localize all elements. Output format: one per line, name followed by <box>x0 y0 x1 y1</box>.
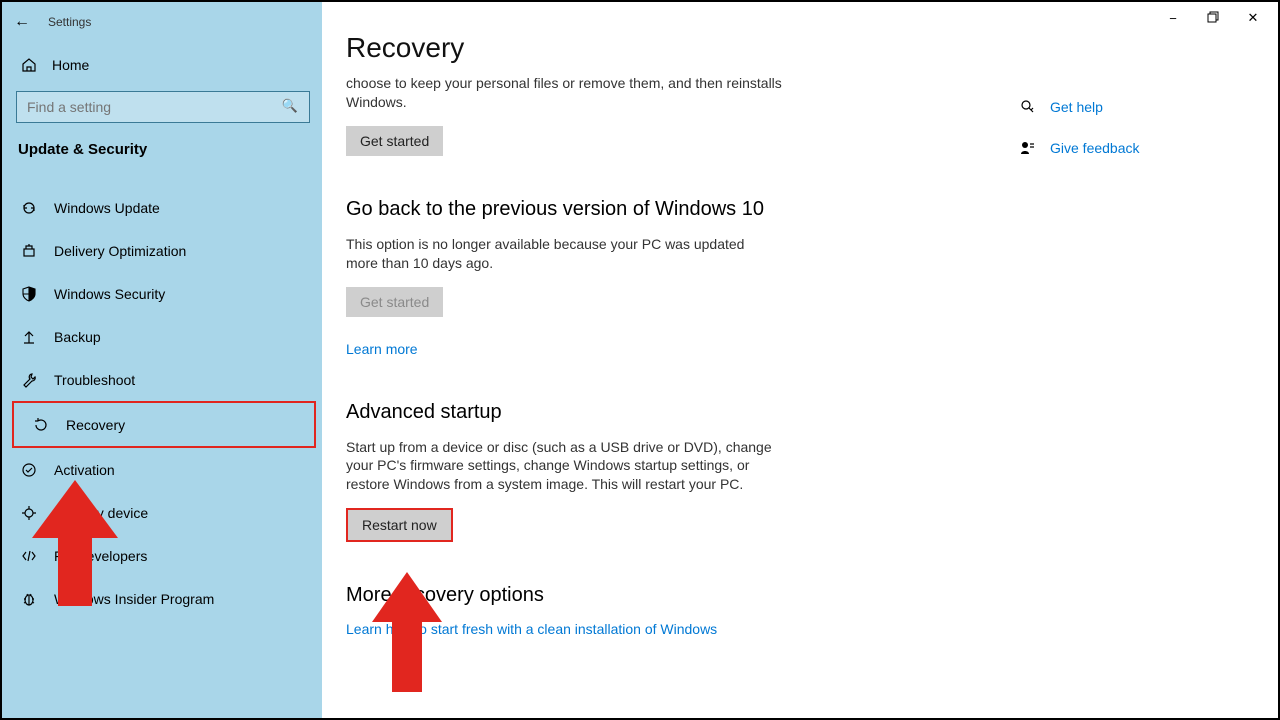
sidebar: ← Settings Home 🔍 Update & Security Wind… <box>2 2 322 718</box>
goback-description: This option is no longer available becau… <box>346 235 766 273</box>
sidebar-item-label: Windows Security <box>54 286 165 302</box>
back-arrow-icon[interactable]: ← <box>14 13 30 31</box>
sync-icon <box>20 199 38 216</box>
sidebar-item-recovery[interactable]: Recovery <box>12 401 316 448</box>
window-title: Settings <box>48 15 91 29</box>
recovery-icon <box>32 416 50 433</box>
right-rail: placeholder Get help Give feedback <box>1018 58 1248 156</box>
sidebar-item-label: Windows Update <box>54 200 160 216</box>
sidebar-item-windows-security[interactable]: Windows Security <box>2 272 322 315</box>
main-content: Recovery choose to keep your personal fi… <box>322 2 1278 718</box>
get-help-label: Get help <box>1050 99 1103 115</box>
sidebar-item-label: Troubleshoot <box>54 372 135 388</box>
annotation-arrow-restart <box>372 572 442 692</box>
sidebar-item-label: Delivery Optimization <box>54 243 186 259</box>
shield-icon <box>20 285 38 302</box>
help-icon <box>1018 98 1036 115</box>
get-help-link[interactable]: Get help <box>1018 98 1248 115</box>
search-input[interactable] <box>16 91 310 123</box>
give-feedback-label: Give feedback <box>1050 140 1140 156</box>
advanced-heading: Advanced startup <box>346 401 786 424</box>
home-icon <box>20 56 38 73</box>
feedback-icon <box>1018 139 1036 156</box>
sidebar-item-windows-update[interactable]: Windows Update <box>2 186 322 229</box>
sidebar-item-label: Backup <box>54 329 101 345</box>
sidebar-home[interactable]: Home <box>2 38 322 91</box>
delivery-icon <box>20 242 38 259</box>
annotation-arrow-recovery <box>30 480 120 608</box>
goback-heading: Go back to the previous version of Windo… <box>346 198 786 221</box>
sidebar-item-backup[interactable]: Backup <box>2 315 322 358</box>
titlebar-left: ← Settings <box>2 6 322 38</box>
search-icon: 🔍 <box>282 98 298 114</box>
advanced-description: Start up from a device or disc (such as … <box>346 438 796 495</box>
goback-get-started-button: Get started <box>346 287 443 317</box>
check-circle-icon <box>20 461 38 478</box>
wrench-icon <box>20 371 38 388</box>
reset-description: choose to keep your personal files or re… <box>346 74 786 112</box>
sidebar-item-label: Recovery <box>66 417 125 433</box>
window-frame: ← Settings Home 🔍 Update & Security Wind… <box>0 0 1280 720</box>
goback-learn-more-link[interactable]: Learn more <box>346 341 418 357</box>
sidebar-home-label: Home <box>52 57 89 73</box>
sidebar-item-label: Activation <box>54 462 115 478</box>
sidebar-group-heading: Update & Security <box>2 141 322 158</box>
restart-now-button[interactable]: Restart now <box>346 508 453 542</box>
sidebar-item-troubleshoot[interactable]: Troubleshoot <box>2 358 322 401</box>
backup-icon <box>20 328 38 345</box>
give-feedback-link[interactable]: Give feedback <box>1018 139 1248 156</box>
reset-get-started-button[interactable]: Get started <box>346 126 443 156</box>
sidebar-item-delivery-optimization[interactable]: Delivery Optimization <box>2 229 322 272</box>
